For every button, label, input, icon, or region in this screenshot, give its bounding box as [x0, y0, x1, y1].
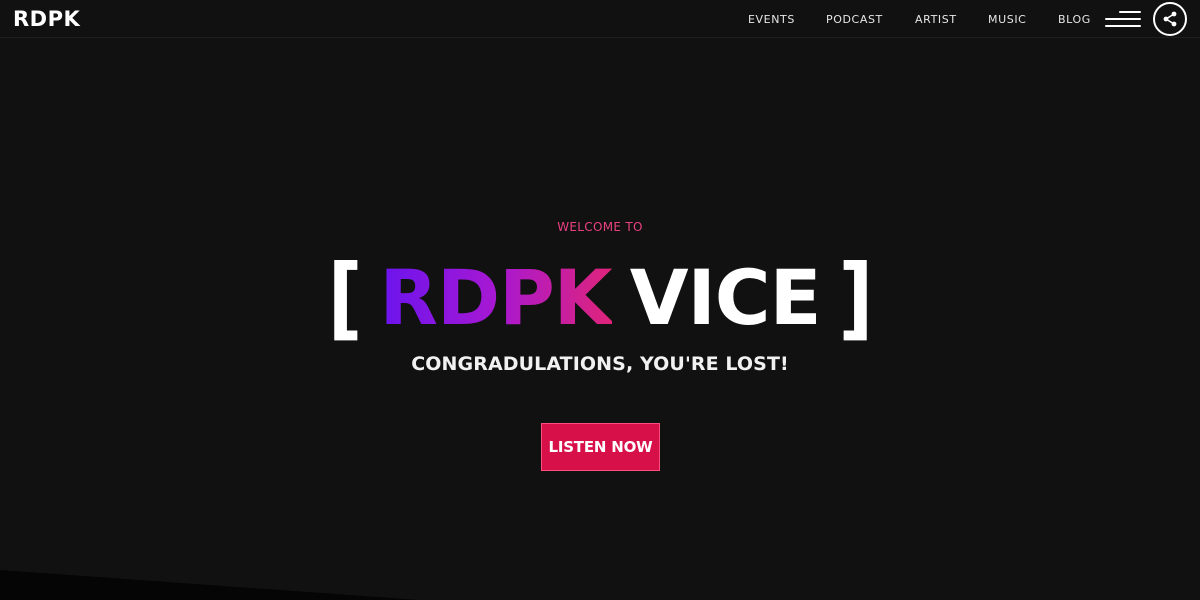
hero-title: [RDPK VICE]: [0, 245, 1200, 350]
hero-subtitle: CONGRADULATIONS, YOU'RE LOST!: [411, 353, 789, 375]
nav-item-events[interactable]: EVENTS: [748, 13, 826, 26]
main-nav: EVENTS PODCAST ARTIST MUSIC BLOG: [748, 13, 1104, 26]
hero-eyebrow: WELCOME TO: [557, 220, 643, 234]
nav-item-podcast[interactable]: PODCAST: [826, 13, 915, 26]
title-rest: VICE: [629, 253, 822, 342]
title-bracket-open: [: [327, 244, 363, 350]
hamburger-menu-icon[interactable]: [1105, 10, 1141, 28]
title-bracket-close: ]: [838, 244, 874, 350]
listen-now-button[interactable]: LISTEN NOW: [541, 423, 660, 471]
title-brand: RDPK: [379, 253, 613, 342]
nav-item-music[interactable]: MUSIC: [988, 13, 1058, 26]
share-icon[interactable]: [1153, 2, 1187, 36]
nav-item-blog[interactable]: BLOG: [1058, 13, 1104, 26]
share-glyph-icon: [1163, 11, 1177, 27]
nav-item-artist[interactable]: ARTIST: [915, 13, 988, 26]
site-logo[interactable]: RDPK: [13, 7, 80, 31]
bottom-divider-shape: [0, 570, 420, 600]
site-header: RDPK EVENTS PODCAST ARTIST MUSIC BLOG: [0, 0, 1200, 38]
